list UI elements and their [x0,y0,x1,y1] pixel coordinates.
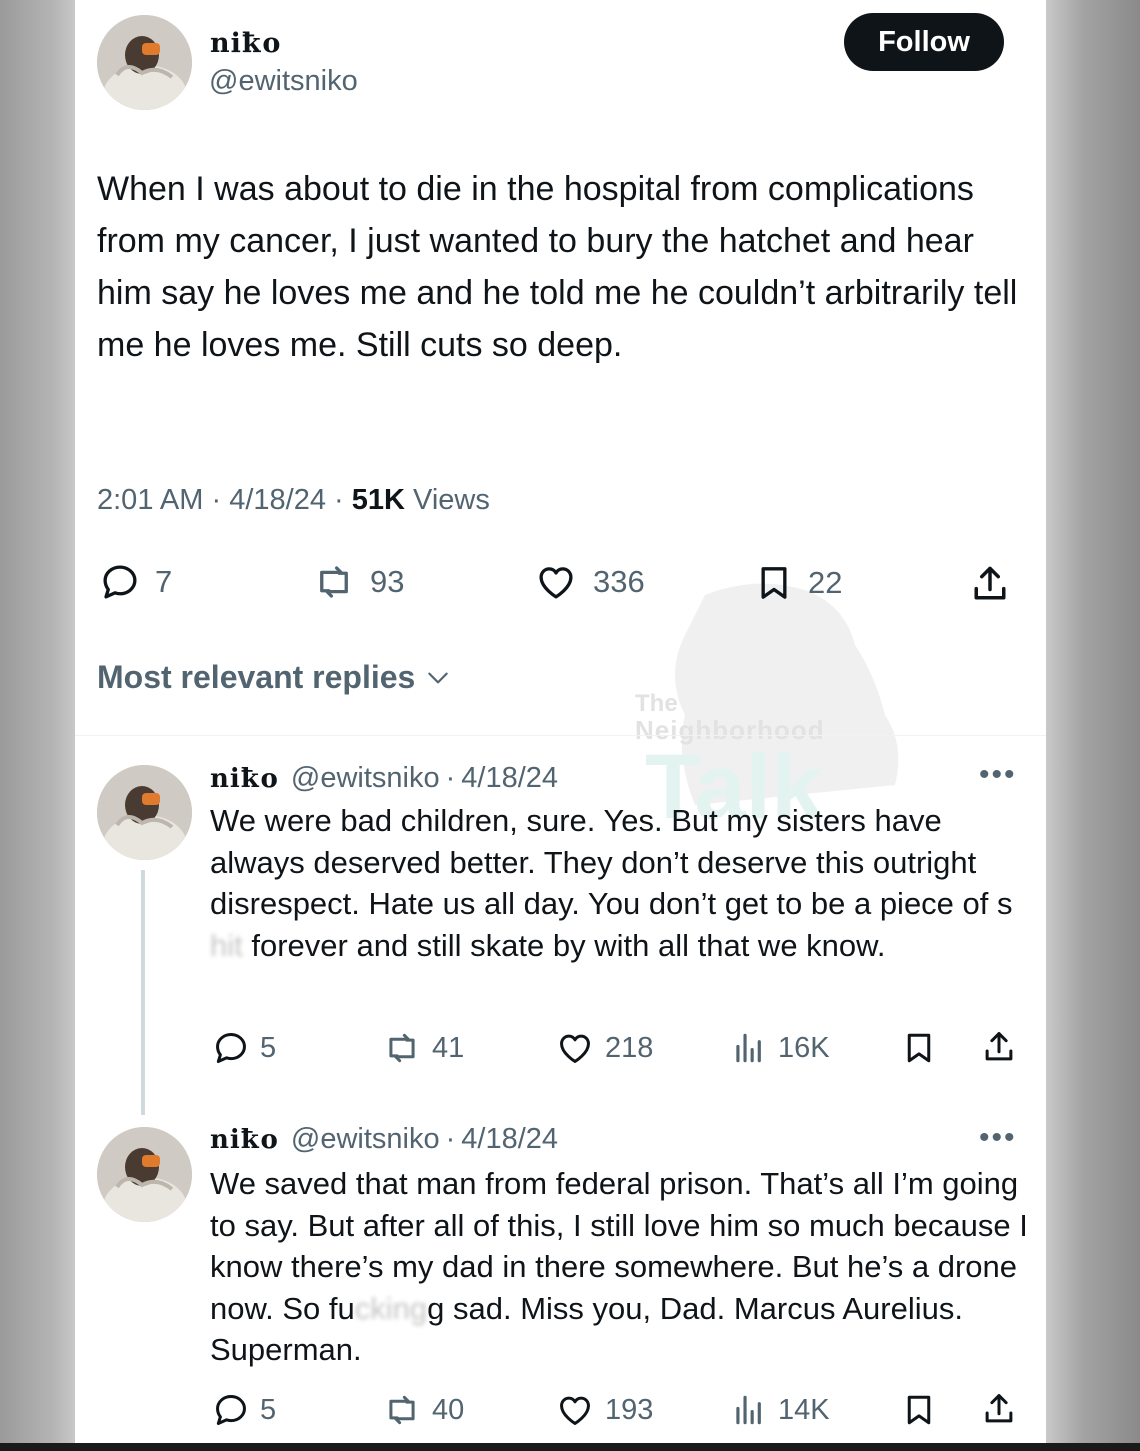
views-action[interactable]: 16K [730,1029,830,1067]
repost-count: 93 [370,564,405,599]
repost-count: 40 [432,1393,465,1426]
bottom-bar [0,1443,1140,1451]
reply-handle[interactable]: @ewitsniko [291,1123,440,1156]
reply-display-name[interactable]: niꝁo [210,1125,279,1155]
reply-text-part: We were bad children, sure. Yes. But my … [210,803,1013,921]
reply-avatar[interactable] [97,765,192,860]
reply-header: niꝁo @ewitsniko · 4/18/24 [210,1123,558,1156]
watermark-line2: Neighborhood [635,715,825,745]
post-meta: 2:01 AM · 4/18/24 · 51K Views [97,484,490,517]
like-action[interactable]: 336 [533,561,645,603]
post-time[interactable]: 2:01 AM [97,484,203,516]
divider [75,735,1046,736]
censored-word: hit [210,927,243,963]
reply-action[interactable]: 5 [212,1029,276,1067]
views-count: 14K [778,1393,830,1426]
handle[interactable]: @ewitsniko [209,65,358,98]
views-icon [736,1033,761,1063]
background-left [0,0,75,1451]
like-action[interactable]: 218 [555,1029,653,1067]
like-icon [560,1396,590,1425]
share-action[interactable] [980,1389,1018,1429]
reply-header: niꝁo @ewitsniko · 4/18/24 [210,762,558,795]
share-icon [985,1394,1013,1423]
post-text: When I was about to die in the hospital … [97,170,1018,364]
chevron-down-icon [428,672,449,683]
like-count: 336 [593,564,645,599]
more-icon[interactable]: ••• [979,758,1017,792]
repost-count: 41 [432,1031,465,1064]
reply-action[interactable]: 5 [212,1391,276,1429]
meta-separator: · [445,762,456,794]
bookmark-action[interactable] [901,1028,937,1068]
like-icon [560,1034,590,1063]
meta-separator: · [334,484,344,516]
reply-icon [103,565,137,599]
views-label: Views [413,484,490,516]
views-action[interactable]: 14K [730,1391,830,1429]
tweet-card: The Neighborhood Talk niꝁo @ewitsniko Fo… [75,0,1046,1443]
repost-icon [389,1033,415,1063]
watermark: The Neighborhood Talk [635,575,925,838]
replies-sort-selector[interactable]: Most relevant replies [97,659,451,696]
share-icon [985,1032,1013,1061]
reply-count: 5 [260,1031,277,1064]
avatar[interactable] [97,15,192,110]
replies-section-label: Most relevant replies [97,659,416,695]
share-action[interactable] [980,1027,1018,1067]
repost-action[interactable]: 41 [382,1029,464,1067]
background-right [1046,0,1140,1451]
reply-count: 5 [260,1393,277,1426]
bookmark-icon [761,567,787,599]
follow-button[interactable]: Follow [844,13,1004,71]
repost-action[interactable]: 40 [382,1391,464,1429]
watermark-silhouette [675,583,899,805]
share-icon [974,566,1006,600]
reply-date[interactable]: 4/18/24 [461,1123,558,1156]
watermark-line1: The [635,690,678,717]
reply-avatar[interactable] [97,1127,192,1222]
bookmark-action[interactable] [901,1390,937,1430]
bookmark-count: 22 [808,565,843,600]
bookmark-action[interactable]: 22 [754,561,842,605]
bookmark-icon [907,1395,931,1425]
more-icon[interactable]: ••• [979,1121,1017,1155]
reply-text: We saved that man from federal prison. T… [210,1163,1030,1371]
share-action[interactable] [968,561,1012,607]
meta-separator: · [445,1123,456,1155]
reply-action[interactable]: 7 [99,561,172,603]
censored-word: cking [354,1290,428,1326]
repost-icon [320,566,348,598]
views-count: 16K [778,1031,830,1064]
reply-count: 7 [155,564,173,599]
reply-icon [216,1033,246,1063]
reply-text-part: forever and still skate by with all that… [242,927,886,963]
reply-text: We were bad children, sure. Yes. But my … [210,800,1030,966]
reply-date[interactable]: 4/18/24 [461,762,558,795]
like-icon [539,567,573,599]
repost-action[interactable]: 93 [312,561,404,603]
like-count: 218 [605,1031,654,1064]
reply-handle[interactable]: @ewitsniko [291,762,440,795]
repost-icon [389,1395,415,1425]
like-count: 193 [605,1393,654,1426]
display-name[interactable]: niꝁo [210,28,281,59]
post-date[interactable]: 4/18/24 [229,484,326,516]
thread-line [141,870,145,1115]
reply-icon [216,1395,246,1425]
reply-display-name[interactable]: niꝁo [210,764,279,794]
views-count: 51K [351,484,405,516]
like-action[interactable]: 193 [555,1391,653,1429]
bookmark-icon [907,1033,931,1063]
meta-separator: · [211,484,222,516]
views-icon [736,1395,761,1425]
